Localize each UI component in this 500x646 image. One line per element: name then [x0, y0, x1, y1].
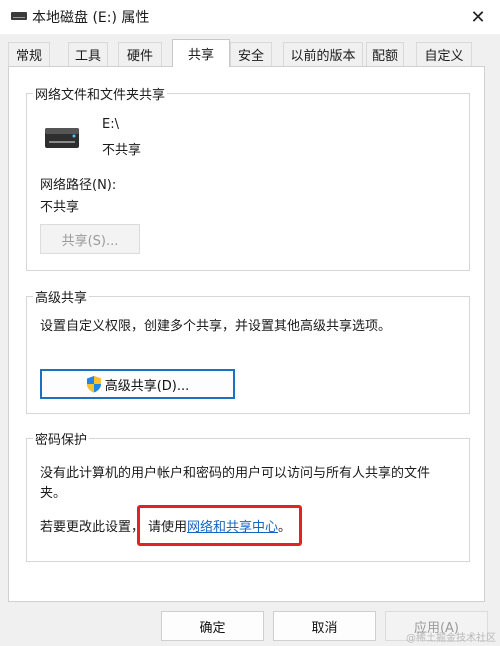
close-button[interactable]: ✕ [456, 0, 500, 34]
password-description-line1: 没有此计算机的用户帐户和密码的用户可以访问与所有人共享的文件 [40, 466, 431, 481]
tab-hardware[interactable]: 硬件 [118, 42, 162, 66]
drive-name: E:\ [102, 117, 119, 132]
cancel-button[interactable]: 取消 [273, 611, 376, 641]
network-path-label: 网络路径(N): [40, 178, 117, 193]
group-title: 密码保护 [33, 429, 90, 448]
change-setting-prefix: 若要更改此设置， [40, 520, 145, 535]
tab-customize[interactable]: 自定义 [416, 42, 472, 66]
tab-previous-versions[interactable]: 以前的版本 [283, 42, 363, 66]
title-bar: 本地磁盘 (E:) 属性 ✕ [0, 0, 500, 34]
close-icon: ✕ [470, 6, 486, 28]
tab-general[interactable]: 常规 [8, 42, 50, 66]
network-path-value: 不共享 [40, 200, 80, 215]
advanced-sharing-description: 设置自定义权限，创建多个共享，并设置其他高级共享选项。 [40, 319, 392, 334]
tab-quota[interactable]: 配额 [366, 42, 404, 66]
window-title: 本地磁盘 (E:) 属性 [32, 10, 150, 26]
ok-button[interactable]: 确定 [161, 611, 264, 641]
tab-tools[interactable]: 工具 [68, 42, 108, 66]
password-description-line2: 夹。 [40, 486, 67, 501]
advanced-sharing-button-label: 高级共享(D)... [104, 378, 190, 394]
drive-share-status: 不共享 [102, 143, 142, 158]
group-title: 网络文件和文件夹共享 [33, 84, 168, 103]
tab-sharing[interactable]: 共享 [172, 39, 230, 67]
drive-icon [11, 12, 27, 20]
watermark: @稀土掘金技术社区 [406, 633, 496, 644]
highlight-box [137, 505, 302, 546]
uac-shield-icon [86, 376, 101, 393]
share-button[interactable]: 共享(S)... [40, 224, 140, 254]
drive-icon [45, 128, 79, 148]
group-title: 高级共享 [33, 287, 90, 306]
tab-security[interactable]: 安全 [230, 42, 272, 66]
advanced-sharing-button[interactable]: 高级共享(D)... [40, 369, 235, 399]
